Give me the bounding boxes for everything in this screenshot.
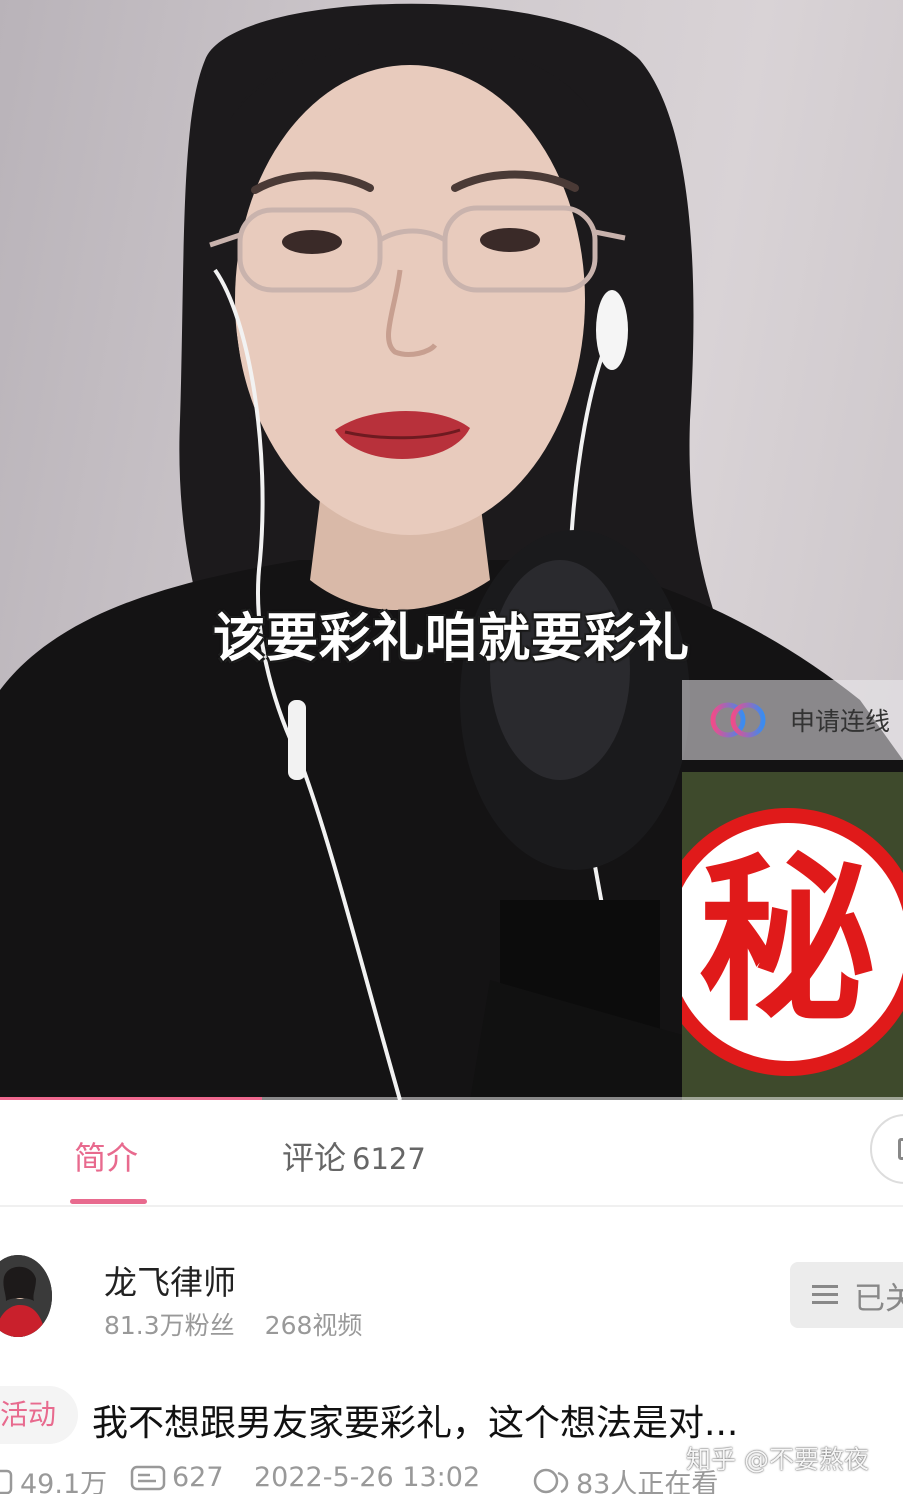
watermark: 知乎 @不要熬夜 [686, 1445, 869, 1474]
secret-badge-text: 秘 [698, 838, 876, 1045]
video-subtitle: 该要彩礼咱就要彩礼 [212, 609, 690, 669]
author-stats: 81.3万粉丝 268视频 [104, 1306, 362, 1342]
apply-connect-label: 申请连线 [790, 707, 891, 736]
publish-date: 2022-5-26 13:02 [254, 1462, 480, 1493]
tab-comments-count: 6127 [352, 1142, 426, 1176]
link-icon [710, 702, 766, 738]
danmaku-icon [898, 1138, 903, 1160]
tab-active-indicator [70, 1199, 147, 1204]
video-progress-fill [0, 1097, 262, 1100]
video-progress-bar[interactable] [0, 1097, 903, 1100]
followed-label: 已关 [854, 1280, 903, 1317]
secret-badge: 秘 [682, 772, 903, 1100]
tab-intro[interactable]: 简介 [74, 1133, 138, 1179]
video-title: 我不想跟男友家要彩礼，这个想法是对... [92, 1403, 739, 1444]
video-player[interactable]: 该要彩礼咱就要彩礼 申请连线 秘 [0, 0, 903, 1100]
play-icon [0, 1469, 13, 1494]
avatar-image [0, 1255, 52, 1337]
tab-intro-label: 简介 [74, 1139, 139, 1177]
divider [0, 1205, 903, 1207]
apply-connect-button[interactable]: 申请连线 [682, 680, 903, 760]
author-name[interactable]: 龙飞律师 [104, 1256, 236, 1304]
author-followers: 81.3万粉丝 [104, 1311, 235, 1340]
danmaku-count-value: 627 [172, 1462, 224, 1493]
followed-button[interactable]: 已关 [790, 1262, 903, 1328]
viewers-icon [533, 1468, 569, 1493]
tab-comments[interactable]: 评论 6127 [282, 1133, 426, 1179]
danmaku-count: 627 [130, 1462, 224, 1493]
menu-icon [812, 1285, 838, 1305]
play-count-value: 49.1万 [20, 1469, 108, 1494]
publish-date-value: 2022-5-26 13:02 [254, 1462, 481, 1493]
danmaku-count-icon [130, 1465, 166, 1490]
activity-tag[interactable]: 活动 [0, 1386, 79, 1444]
play-count: 49.1万 [0, 1462, 107, 1494]
avatar[interactable] [0, 1255, 52, 1337]
author-videos: 268视频 [264, 1311, 363, 1340]
tab-comments-label: 评论 [282, 1139, 347, 1177]
tab-bar: 简介 评论 6127 [0, 1101, 903, 1205]
